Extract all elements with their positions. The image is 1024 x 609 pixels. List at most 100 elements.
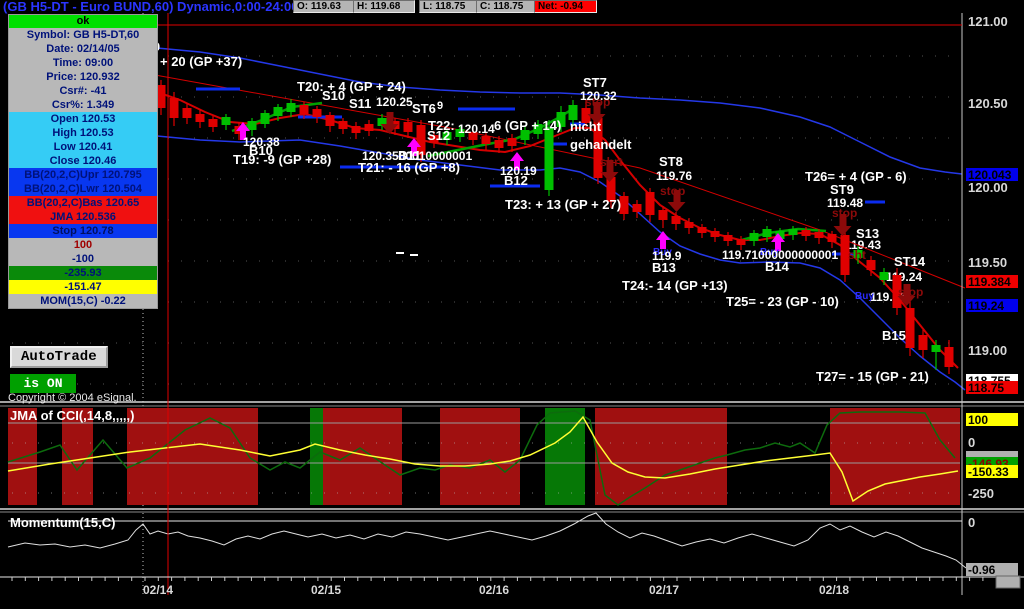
candle [801, 230, 811, 236]
info-row: -235.93 [9, 266, 157, 280]
info-row: Csr%: 1.349 [9, 98, 157, 112]
candle [351, 126, 361, 133]
annotation: T23: + 13 (GP + 27) [505, 197, 621, 212]
annotation: 120.25 [376, 95, 413, 109]
info-row: 100 [9, 238, 157, 252]
candle [169, 98, 179, 118]
info-row: Csr#: -41 [9, 84, 157, 98]
info-row: -100 [9, 252, 157, 266]
info-row: Price: 120.932 [9, 70, 157, 84]
annotation: S12 [427, 128, 450, 143]
candle [905, 308, 915, 348]
axis-badge-label: -0.96 [968, 563, 996, 577]
info-row: MOM(15,C) -0.22 [9, 294, 157, 308]
annotation: 120.14 [458, 122, 495, 136]
candle [762, 229, 772, 237]
annotation: gehandelt [570, 137, 632, 152]
candle [364, 124, 374, 131]
info-row: Close 120.46 [9, 154, 157, 168]
candle [221, 117, 231, 125]
trade-marker-word: sht [848, 248, 866, 262]
axis-badge-label: 100 [968, 413, 988, 427]
momentum-panel-label: Momentum(15,C) [10, 515, 115, 530]
axis-label: 0 [968, 435, 975, 450]
info-row: Date: 02/14/05 [9, 42, 157, 56]
annotation: S11 [349, 96, 371, 111]
annotation: T19: -9 (GP +28) [233, 152, 331, 167]
candle [710, 231, 720, 237]
trade-marker-word: stop [898, 285, 923, 299]
annotation: ST9 [830, 182, 854, 197]
annotation: S13 [856, 226, 879, 241]
candle [507, 138, 517, 146]
candle [273, 107, 283, 116]
candle [338, 121, 348, 129]
candle [918, 335, 928, 350]
candle [247, 121, 257, 130]
annotation: ST14 [894, 254, 926, 269]
date-label: 02/15 [311, 583, 341, 597]
annotation: 119.48 [827, 196, 863, 210]
annotation: 9 [437, 100, 443, 112]
candle [827, 234, 837, 242]
candle [403, 122, 413, 132]
axis-badge-label: 120.043 [968, 168, 1012, 182]
info-row: Symbol: GB H5-DT,60 [9, 28, 157, 42]
candle [658, 210, 668, 220]
annotation: B12 [504, 173, 528, 188]
candle [866, 260, 876, 270]
info-row: Stop 120.78 [9, 224, 157, 238]
annotation: 119.76 [656, 169, 692, 183]
annotation: + 20 (GP +37) [160, 54, 242, 69]
axis-badge-label: 119.384 [968, 275, 1011, 289]
status-ok-row: ok [9, 15, 157, 28]
candle [208, 119, 218, 127]
candle [931, 345, 941, 352]
candle [325, 115, 335, 126]
candle [645, 192, 655, 215]
candle [632, 204, 642, 212]
axis-label: 0 [968, 515, 975, 530]
axis-label: 119.50 [968, 255, 1007, 270]
annotation: B15 [882, 328, 906, 343]
data-window-panel: ok Symbol: GB H5-DT,60 Date: 02/14/05 Time:… [8, 14, 158, 309]
annotation: T27= - 15 (GP - 21) [816, 369, 929, 384]
annotation: T26= + 4 (GP - 6) [805, 169, 907, 184]
candle [749, 233, 759, 241]
candle [286, 103, 296, 112]
axis-badge-label: -150.33 [968, 465, 1009, 479]
annotation: ST6 [412, 101, 436, 116]
trading-app-window: (GB H5-DT - Euro BUND,60) Dynamic,0:00-2… [0, 0, 1024, 609]
candle [814, 232, 824, 238]
info-row: High 120.53 [9, 126, 157, 140]
info-row: BB(20,2,C)Bas 120.65 [9, 196, 157, 210]
candle [481, 136, 491, 144]
candle [697, 227, 707, 233]
axis-corner-box [995, 575, 1021, 589]
annotation: B13 [652, 260, 676, 275]
info-row: Open 120.53 [9, 112, 157, 126]
annotation: ST7 [583, 75, 607, 90]
axis-badge-label: 119.24 [968, 299, 1004, 313]
info-row: BB(20,2,C)Upr 120.795 [9, 168, 157, 182]
info-row: Low 120.41 [9, 140, 157, 154]
annotation: T24:- 14 (GP +13) [622, 278, 728, 293]
candle [260, 113, 270, 124]
candle [788, 229, 798, 235]
candle [879, 272, 889, 280]
date-label: 02/14 [143, 583, 173, 597]
axis-label: 120.50 [968, 96, 1008, 111]
date-label: 02/16 [479, 583, 509, 597]
date-label: 02/18 [819, 583, 849, 597]
autotrade-button[interactable]: AutoTrade [10, 346, 108, 368]
price-label: 119.24 [886, 270, 922, 284]
annotation: 120.32 [580, 89, 617, 103]
candle [736, 239, 746, 245]
axis-badge-label: 118.75 [968, 381, 1004, 395]
annotation: S10 [322, 88, 345, 103]
annotation: ST8 [659, 154, 683, 169]
info-row: JMA 120.536 [9, 210, 157, 224]
candle [494, 140, 504, 148]
candle [299, 105, 309, 114]
info-row: BB(20,2,C)Lwr 120.504 [9, 182, 157, 196]
